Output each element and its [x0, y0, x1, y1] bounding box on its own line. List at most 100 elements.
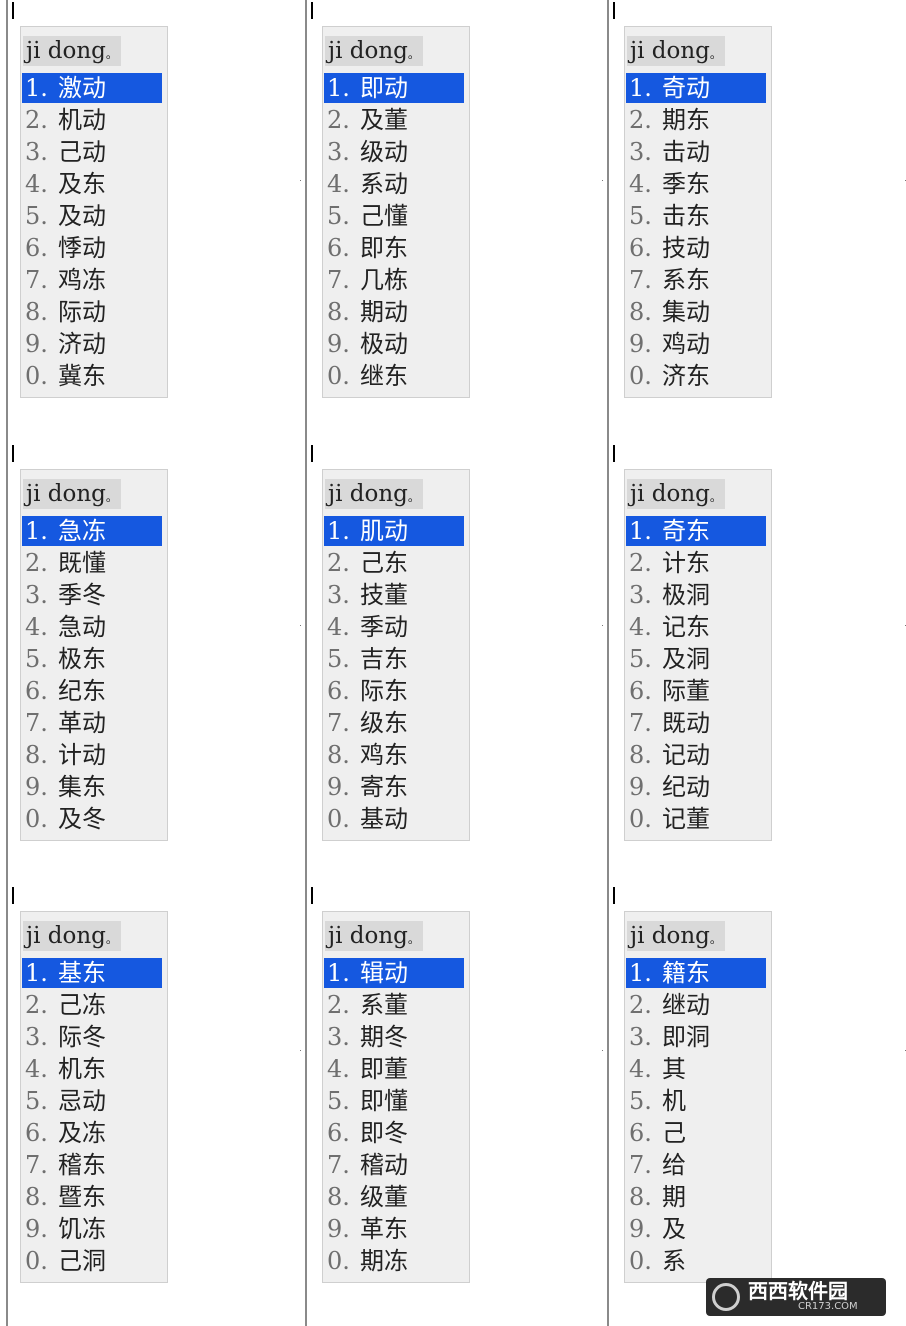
- text-cursor: [613, 887, 615, 904]
- candidate-text: 级动: [360, 138, 408, 166]
- candidate-item[interactable]: 0. 基动: [324, 804, 464, 834]
- composition-string: ji dong。: [627, 921, 725, 951]
- candidate-number: 1.: [25, 959, 48, 987]
- candidate-item[interactable]: 7. 几栋: [324, 265, 464, 295]
- candidate-item[interactable]: 5. 击东: [626, 201, 766, 231]
- candidate-item[interactable]: 0. 继东: [324, 361, 464, 391]
- candidate-item[interactable]: 7. 稽动: [324, 1150, 464, 1180]
- candidate-item[interactable]: 9. 集东: [22, 772, 162, 802]
- candidate-item[interactable]: 2. 期东: [626, 105, 766, 135]
- candidate-item[interactable]: 5. 及动: [22, 201, 162, 231]
- candidate-item[interactable]: 6. 己: [626, 1118, 766, 1148]
- candidate-item[interactable]: 9. 纪动: [626, 772, 766, 802]
- candidate-item[interactable]: 2. 继动: [626, 990, 766, 1020]
- candidate-item[interactable]: 7. 级东: [324, 708, 464, 738]
- candidate-item[interactable]: 3. 级动: [324, 137, 464, 167]
- candidate-item[interactable]: 0. 己洞: [22, 1246, 162, 1276]
- candidate-item[interactable]: 7. 鸡冻: [22, 265, 162, 295]
- candidate-item[interactable]: 0. 系: [626, 1246, 766, 1276]
- candidate-item[interactable]: 2. 机动: [22, 105, 162, 135]
- candidate-item[interactable]: 6. 即冬: [324, 1118, 464, 1148]
- candidate-item[interactable]: 2. 己东: [324, 548, 464, 578]
- candidate-item[interactable]: 4. 机东: [22, 1054, 162, 1084]
- candidate-text: 期动: [360, 298, 408, 326]
- candidate-number: 6.: [629, 234, 652, 262]
- candidate-item[interactable]: 2. 系董: [324, 990, 464, 1020]
- candidate-item[interactable]: 8. 际动: [22, 297, 162, 327]
- candidate-item-selected[interactable]: 1. 辑动: [324, 958, 464, 988]
- candidate-item[interactable]: 2. 及董: [324, 105, 464, 135]
- candidate-item[interactable]: 8. 期: [626, 1182, 766, 1212]
- candidate-item[interactable]: 0. 及冬: [22, 804, 162, 834]
- candidate-item[interactable]: 6. 及冻: [22, 1118, 162, 1148]
- candidate-item[interactable]: 0. 冀东: [22, 361, 162, 391]
- candidate-item[interactable]: 8. 期动: [324, 297, 464, 327]
- candidate-item[interactable]: 6. 纪东: [22, 676, 162, 706]
- candidate-item[interactable]: 6. 际东: [324, 676, 464, 706]
- candidate-item[interactable]: 2. 既懂: [22, 548, 162, 578]
- candidate-item[interactable]: 5. 己懂: [324, 201, 464, 231]
- candidate-item[interactable]: 9. 极动: [324, 329, 464, 359]
- candidate-item[interactable]: 4. 其: [626, 1054, 766, 1084]
- candidate-item[interactable]: 0. 期冻: [324, 1246, 464, 1276]
- candidate-item[interactable]: 7. 稽东: [22, 1150, 162, 1180]
- candidate-item[interactable]: 5. 即懂: [324, 1086, 464, 1116]
- candidate-item-selected[interactable]: 1. 籍东: [626, 958, 766, 988]
- ime-candidate-window: ji dong。 1. 即动 2. 及董 3. 级动 4. 系动 5. 己懂 6. 即东 7. 几栋 8. 期动…: [322, 26, 470, 398]
- candidate-item[interactable]: 9. 鸡动: [626, 329, 766, 359]
- candidate-item[interactable]: 3. 击动: [626, 137, 766, 167]
- candidate-item[interactable]: 3. 际冬: [22, 1022, 162, 1052]
- candidate-item[interactable]: 5. 吉东: [324, 644, 464, 674]
- candidate-item[interactable]: 7. 系东: [626, 265, 766, 295]
- candidate-item[interactable]: 4. 季东: [626, 169, 766, 199]
- candidate-item[interactable]: 8. 级董: [324, 1182, 464, 1212]
- composition-string: ji dong。: [23, 921, 121, 951]
- candidate-item[interactable]: 9. 寄东: [324, 772, 464, 802]
- candidate-item[interactable]: 4. 记东: [626, 612, 766, 642]
- candidate-item-selected[interactable]: 1. 即动: [324, 73, 464, 103]
- candidate-item[interactable]: 6. 悸动: [22, 233, 162, 263]
- candidate-item-selected[interactable]: 1. 急冻: [22, 516, 162, 546]
- candidate-item[interactable]: 8. 计动: [22, 740, 162, 770]
- candidate-item[interactable]: 3. 极洞: [626, 580, 766, 610]
- candidate-item[interactable]: 2. 己冻: [22, 990, 162, 1020]
- candidate-item[interactable]: 4. 即董: [324, 1054, 464, 1084]
- candidate-item[interactable]: 4. 及东: [22, 169, 162, 199]
- candidate-item-selected[interactable]: 1. 基东: [22, 958, 162, 988]
- candidate-item[interactable]: 5. 及洞: [626, 644, 766, 674]
- candidate-item[interactable]: 8. 鸡东: [324, 740, 464, 770]
- candidate-item[interactable]: 9. 饥冻: [22, 1214, 162, 1244]
- candidate-item[interactable]: 6. 技动: [626, 233, 766, 263]
- candidate-item[interactable]: 7. 给: [626, 1150, 766, 1180]
- candidate-item[interactable]: 6. 即东: [324, 233, 464, 263]
- candidate-item[interactable]: 5. 机: [626, 1086, 766, 1116]
- candidate-item[interactable]: 3. 即洞: [626, 1022, 766, 1052]
- candidate-item-selected[interactable]: 1. 奇动: [626, 73, 766, 103]
- candidate-item[interactable]: 7. 革动: [22, 708, 162, 738]
- candidate-item[interactable]: 6. 际董: [626, 676, 766, 706]
- candidate-item[interactable]: 2. 计东: [626, 548, 766, 578]
- candidate-item[interactable]: 5. 极东: [22, 644, 162, 674]
- candidate-item[interactable]: 3. 己动: [22, 137, 162, 167]
- candidate-item[interactable]: 7. 既动: [626, 708, 766, 738]
- candidate-number: 6.: [25, 234, 48, 262]
- candidate-item[interactable]: 8. 记动: [626, 740, 766, 770]
- candidate-item-selected[interactable]: 1. 肌动: [324, 516, 464, 546]
- candidate-item[interactable]: 8. 暨东: [22, 1182, 162, 1212]
- candidate-item[interactable]: 8. 集动: [626, 297, 766, 327]
- candidate-item-selected[interactable]: 1. 激动: [22, 73, 162, 103]
- candidate-item[interactable]: 4. 系动: [324, 169, 464, 199]
- candidate-item[interactable]: 0. 济东: [626, 361, 766, 391]
- candidate-item-selected[interactable]: 1. 奇东: [626, 516, 766, 546]
- candidate-item[interactable]: 0. 记董: [626, 804, 766, 834]
- candidate-item[interactable]: 9. 及: [626, 1214, 766, 1244]
- candidate-item[interactable]: 5. 忌动: [22, 1086, 162, 1116]
- candidate-item[interactable]: 4. 急动: [22, 612, 162, 642]
- candidate-item[interactable]: 9. 济动: [22, 329, 162, 359]
- candidate-item[interactable]: 3. 期冬: [324, 1022, 464, 1052]
- candidate-text: 际动: [58, 298, 106, 326]
- candidate-item[interactable]: 4. 季动: [324, 612, 464, 642]
- candidate-item[interactable]: 3. 技董: [324, 580, 464, 610]
- candidate-item[interactable]: 3. 季冬: [22, 580, 162, 610]
- candidate-item[interactable]: 9. 革东: [324, 1214, 464, 1244]
